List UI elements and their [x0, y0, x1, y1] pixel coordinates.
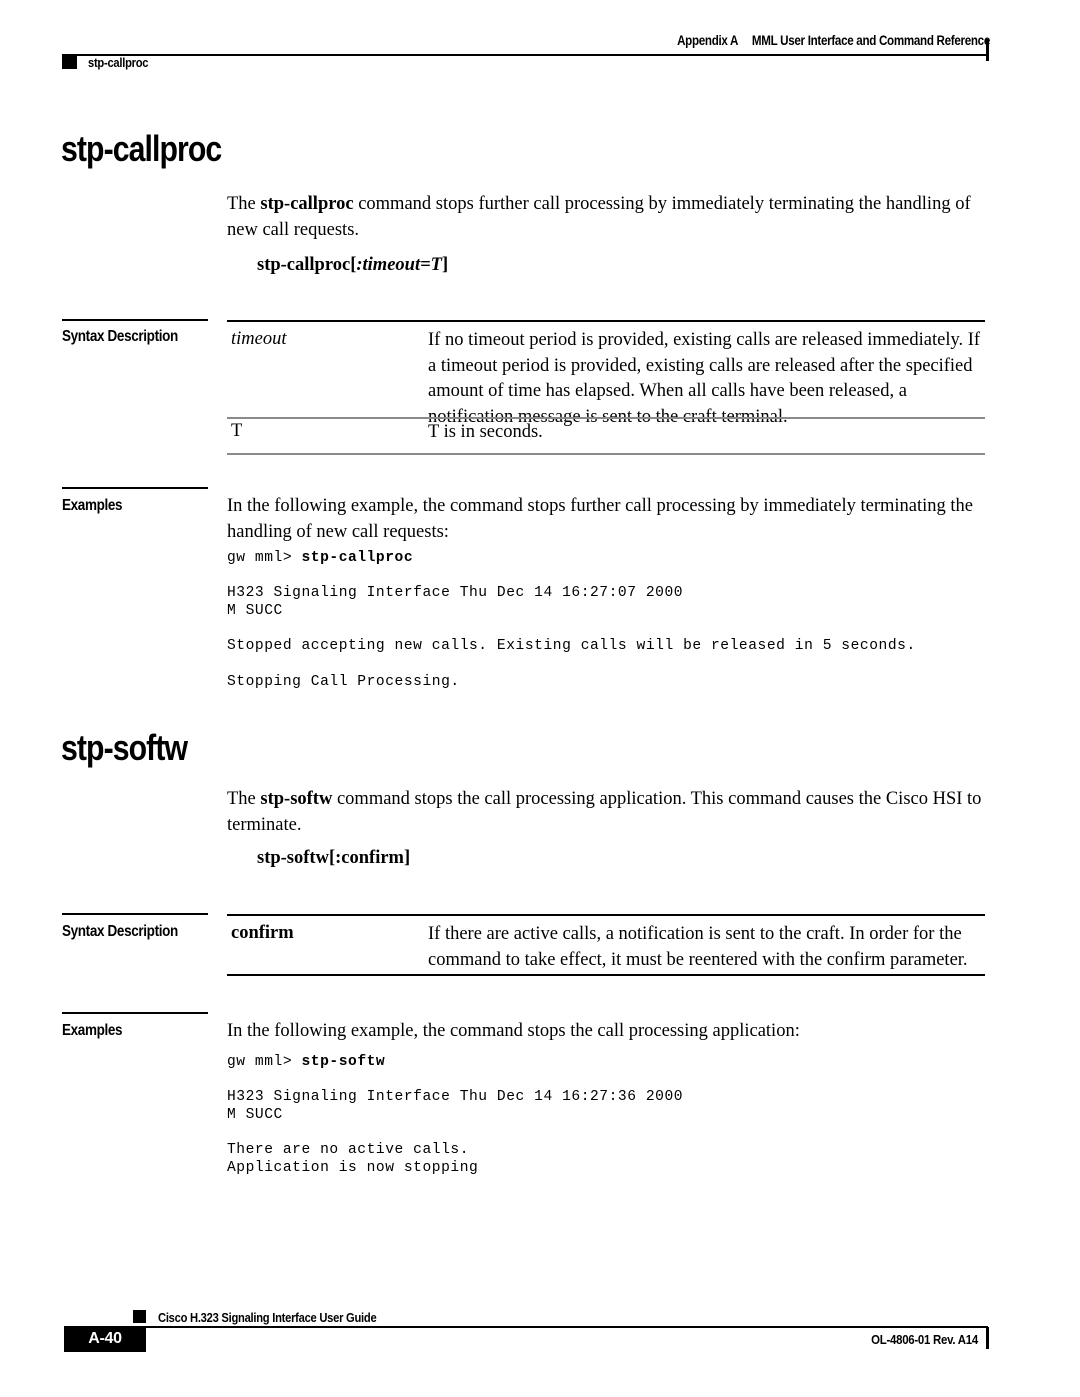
- intro-prefix-2: The: [227, 789, 261, 809]
- footer-guide-title: Cisco H.323 Signaling Interface User Gui…: [158, 1310, 377, 1325]
- intro-command-name: stp-callproc: [260, 194, 354, 214]
- section-1-syntax: stp-callproc[:timeout=T]: [257, 255, 448, 276]
- table-2-bottom-rule: [227, 974, 985, 976]
- syntax-description-label-1: Syntax Description: [62, 328, 178, 345]
- table-1-row-2-description: T is in seconds.: [428, 422, 543, 442]
- section-2-command-line: gw mml> stp-softw: [227, 1053, 385, 1071]
- table-1-row-2-term: T: [231, 421, 243, 441]
- syntax-description-label-2: Syntax Description: [62, 923, 178, 940]
- table-1-row-1-description: If no timeout period is provided, existi…: [428, 330, 981, 427]
- appendix-title: MML User Interface and Command Reference: [751, 33, 990, 48]
- syntax-value: T: [430, 255, 442, 275]
- table-1-bottom-rule: [227, 453, 985, 455]
- table-1-row-1-term: timeout: [231, 329, 287, 349]
- section-1-output-2: Stopped accepting new calls. Existing ca…: [227, 638, 916, 654]
- examples-label-2: Examples: [62, 1022, 123, 1039]
- syntax-close-bracket-2: ]: [403, 848, 411, 868]
- section-1-output-1: H323 Signaling Interface Thu Dec 14 16:2…: [227, 585, 684, 619]
- shell-command-2: stp-softw: [301, 1054, 386, 1070]
- syntax-command-2: stp-softw: [257, 848, 329, 868]
- section-2-syntax: stp-softw[:confirm]: [257, 848, 410, 869]
- syntax-param-2: :confirm: [335, 848, 404, 868]
- table-2-row-1-description: If there are active calls, a notificatio…: [428, 924, 968, 970]
- running-header-right: Appendix A MML User Interface and Command…: [655, 33, 990, 48]
- footer-square-bullet-icon: [133, 1310, 146, 1323]
- section-1-intro: The stp-callproc command stops further c…: [227, 192, 989, 243]
- section-1-examples-intro: In the following example, the command st…: [227, 496, 973, 542]
- section-2-examples-intro: In the following example, the command st…: [227, 1021, 800, 1041]
- page-title-2: stp-softw: [61, 727, 188, 768]
- section-2-output-1: H323 Signaling Interface Thu Dec 14 16:2…: [227, 1089, 684, 1123]
- syntax-command: stp-callproc: [257, 255, 351, 275]
- section-2-output-2: There are no active calls. Application i…: [227, 1142, 479, 1176]
- running-header-left: stp-callproc: [88, 55, 149, 70]
- syntax-description-label-rule-1: [62, 319, 208, 321]
- syntax-param: :timeout=: [356, 255, 431, 275]
- shell-prompt-2: gw mml>: [227, 1054, 302, 1070]
- intro-suffix-2: command stops the call processing applic…: [227, 789, 982, 835]
- examples-label-rule-1: [62, 487, 208, 489]
- examples-label-rule-2: [62, 1012, 208, 1014]
- appendix-label: Appendix A: [677, 33, 739, 48]
- intro-command-name-2: stp-softw: [260, 789, 333, 809]
- header-end-tick: [986, 39, 989, 61]
- shell-prompt: gw mml>: [227, 550, 302, 566]
- footer-doc-id: OL-4806-01 Rev. A14: [871, 1332, 978, 1347]
- footer-rule: [136, 1326, 988, 1328]
- section-2-intro: The stp-softw command stops the call pro…: [227, 787, 989, 838]
- document-page: Appendix A MML User Interface and Command…: [0, 0, 1080, 1397]
- square-bullet-icon: [62, 54, 77, 69]
- examples-label-1: Examples: [62, 497, 123, 514]
- intro-prefix: The: [227, 194, 261, 214]
- syntax-description-label-rule-2: [62, 913, 208, 915]
- header-rule: [64, 54, 988, 56]
- shell-command: stp-callproc: [301, 550, 414, 566]
- section-1-output-3: Stopping Call Processing.: [227, 674, 460, 690]
- page-title: stp-callproc: [61, 128, 222, 169]
- section-1-command-line: gw mml> stp-callproc: [227, 549, 413, 567]
- table-2-top-rule: [227, 914, 985, 916]
- table-1-divider-rule: [227, 417, 985, 419]
- table-1-top-rule: [227, 320, 985, 322]
- footer-end-tick: [986, 1327, 989, 1349]
- table-2-row-1-term: confirm: [231, 923, 294, 943]
- syntax-close-bracket: ]: [441, 255, 449, 275]
- footer-page-number: A-40: [88, 1330, 122, 1347]
